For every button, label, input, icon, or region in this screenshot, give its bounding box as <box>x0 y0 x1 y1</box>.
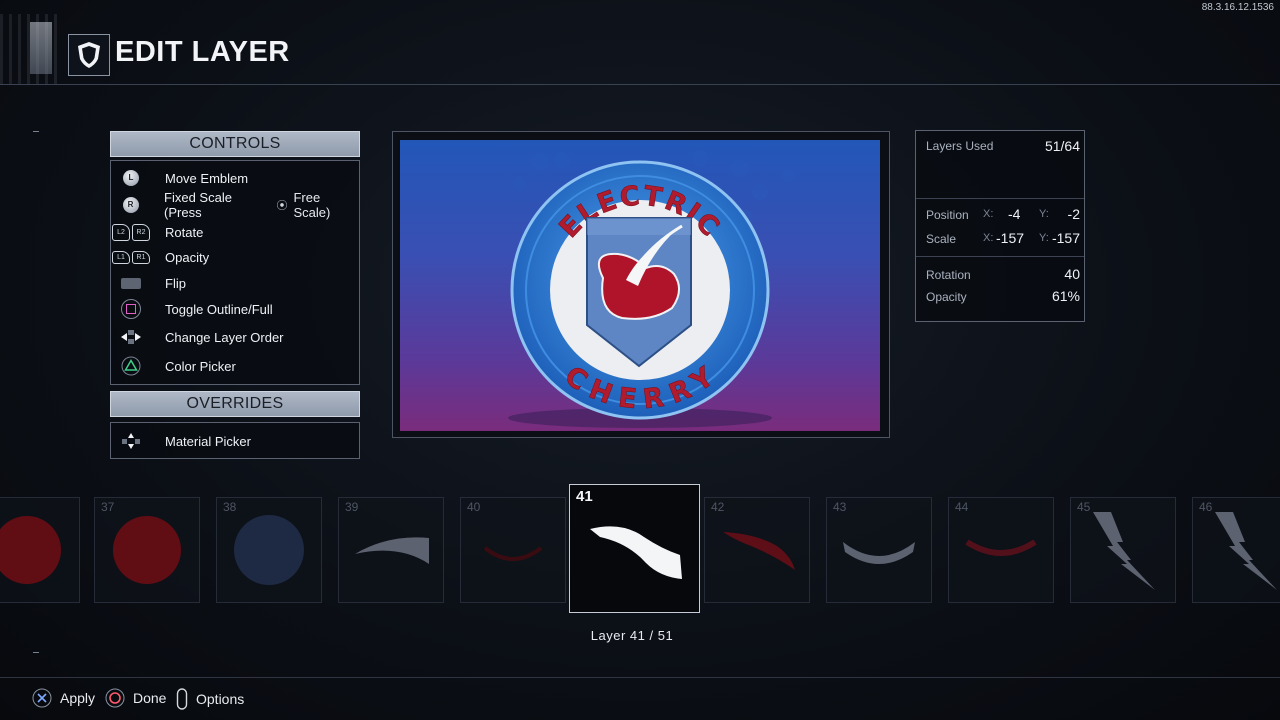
cross-button-icon <box>32 688 52 708</box>
layers-used-label: Layers Used <box>926 139 994 153</box>
scale-x-label: X: <box>983 232 994 244</box>
control-label: Color Picker <box>165 358 236 374</box>
edge-tick <box>33 652 39 653</box>
lightning-shape <box>1093 512 1155 590</box>
layer-thumbnail[interactable]: 37 <box>94 497 200 603</box>
done-label: Done <box>133 690 167 706</box>
overrides-list: Material Picker <box>110 422 360 459</box>
red-circle-shape <box>113 516 181 584</box>
red-circle-shape <box>0 516 61 584</box>
touchpad-icon <box>121 277 141 289</box>
options-label: Options <box>196 691 245 707</box>
selected-layer-thumbnail[interactable]: 41 <box>569 484 700 613</box>
rotation-value: 40 <box>1064 266 1080 282</box>
layer-stats-panel: Layers Used 51/64 Position X: -4 Y: -2 S… <box>915 130 1085 322</box>
control-flip: Flip <box>111 273 186 293</box>
layers-used-value: 51/64 <box>1044 138 1080 154</box>
emblem-preview-canvas[interactable]: ELECTRIC CHERRY <box>400 140 880 431</box>
lightning-shape <box>1215 512 1277 590</box>
page-title: EDIT LAYER <box>115 36 290 68</box>
control-move-emblem: L Move Emblem <box>111 168 248 188</box>
position-label: Position <box>926 208 969 222</box>
edge-tick <box>33 131 39 132</box>
dark-red-arc-shape <box>483 546 543 561</box>
footer-divider <box>0 677 1280 678</box>
control-label: Material Picker <box>165 433 251 449</box>
options-prompt[interactable]: Options <box>176 688 244 710</box>
opacity-value: 61% <box>1051 288 1080 304</box>
controls-heading: CONTROLS <box>110 131 360 157</box>
opacity-label: Opacity <box>926 290 967 304</box>
blue-circle-shape <box>234 515 304 585</box>
position-y-value: -2 <box>1067 206 1080 222</box>
selected-layer-number: 41 <box>576 488 593 505</box>
layer-thumbnail[interactable]: 45 <box>1070 497 1176 603</box>
control-label: Change Layer Order <box>165 329 284 345</box>
control-label: Move Emblem <box>165 170 249 186</box>
overrides-heading: OVERRIDES <box>110 391 360 417</box>
control-label: Toggle Outline/Full <box>165 301 273 317</box>
scale-y-value: -157 <box>1051 230 1080 246</box>
right-stick-icon: R <box>122 197 139 213</box>
electric-cherry-emblem: ELECTRIC CHERRY <box>508 150 795 428</box>
control-opacity: L1 R1 Opacity <box>111 247 209 267</box>
grey-swoosh-shape <box>355 537 429 564</box>
stats-divider <box>916 198 1084 199</box>
l2-r2-icon: L2 R2 <box>111 222 151 242</box>
apply-prompt[interactable]: Apply <box>32 688 95 708</box>
l1-r1-icon: L1 R1 <box>111 247 151 267</box>
circle-button-icon <box>105 688 125 708</box>
red-arc-shape <box>965 539 1037 556</box>
left-stick-icon: L <box>123 170 139 186</box>
shield-icon <box>78 42 100 68</box>
build-version: 88.3.16.12.1536 <box>1201 2 1274 13</box>
dpad-left-right-icon <box>121 330 141 344</box>
done-prompt[interactable]: Done <box>105 688 166 708</box>
layer-thumbnail[interactable]: 38 <box>216 497 322 603</box>
control-label: Flip <box>165 275 186 291</box>
layer-thumbnail[interactable]: 43 <box>826 497 932 603</box>
header-divider <box>0 84 1280 85</box>
control-rotate: L2 R2 Rotate <box>111 222 203 242</box>
layer-thumbnail[interactable]: 46 <box>1192 497 1280 603</box>
control-label-suffix: Free Scale) <box>293 190 331 220</box>
control-color-picker: Color Picker <box>111 356 236 376</box>
grey-arc-shape <box>843 542 915 564</box>
layer-thumbnail[interactable]: 40 <box>460 497 566 603</box>
scale-x-value: -157 <box>996 230 1025 246</box>
layer-thumbnail[interactable]: 42 <box>704 497 810 603</box>
header-decoration <box>0 14 62 84</box>
control-label: Fixed Scale (Press <box>164 190 232 220</box>
layer-thumbnail[interactable]: 39 <box>338 497 444 603</box>
emblem-editor-badge <box>68 34 110 76</box>
control-fixed-scale: R Fixed Scale (Press ⦿ Free Scale) <box>111 190 359 220</box>
dpad-up-down-icon <box>122 433 140 449</box>
controls-list: L Move Emblem R Fixed Scale (Press ⦿ Fre… <box>110 160 360 385</box>
override-material-picker: Material Picker <box>111 431 251 451</box>
control-label: Opacity <box>165 249 210 265</box>
position-y-label: Y: <box>1039 208 1049 220</box>
position-x-value: -4 <box>1008 206 1021 222</box>
stats-divider <box>916 256 1084 257</box>
rotation-label: Rotation <box>926 268 971 282</box>
layer-thumbnail[interactable] <box>0 497 80 603</box>
options-button-icon <box>176 688 188 710</box>
control-label: Rotate <box>165 224 204 240</box>
scale-y-label: Y: <box>1039 232 1049 244</box>
triangle-button-icon <box>121 356 141 376</box>
control-toggle-outline: Toggle Outline/Full <box>111 299 273 319</box>
scale-label: Scale <box>926 232 957 246</box>
apply-label: Apply <box>60 690 96 706</box>
layer-thumbnail[interactable]: 44 <box>948 497 1054 603</box>
red-swoosh-shape <box>723 532 795 570</box>
layer-position-caption: Layer 41 / 51 <box>590 628 674 643</box>
right-stick-press-icon: ⦿ <box>276 200 288 212</box>
position-x-label: X: <box>983 208 994 220</box>
control-change-layer-order: Change Layer Order <box>111 327 284 347</box>
square-button-icon <box>121 299 141 319</box>
